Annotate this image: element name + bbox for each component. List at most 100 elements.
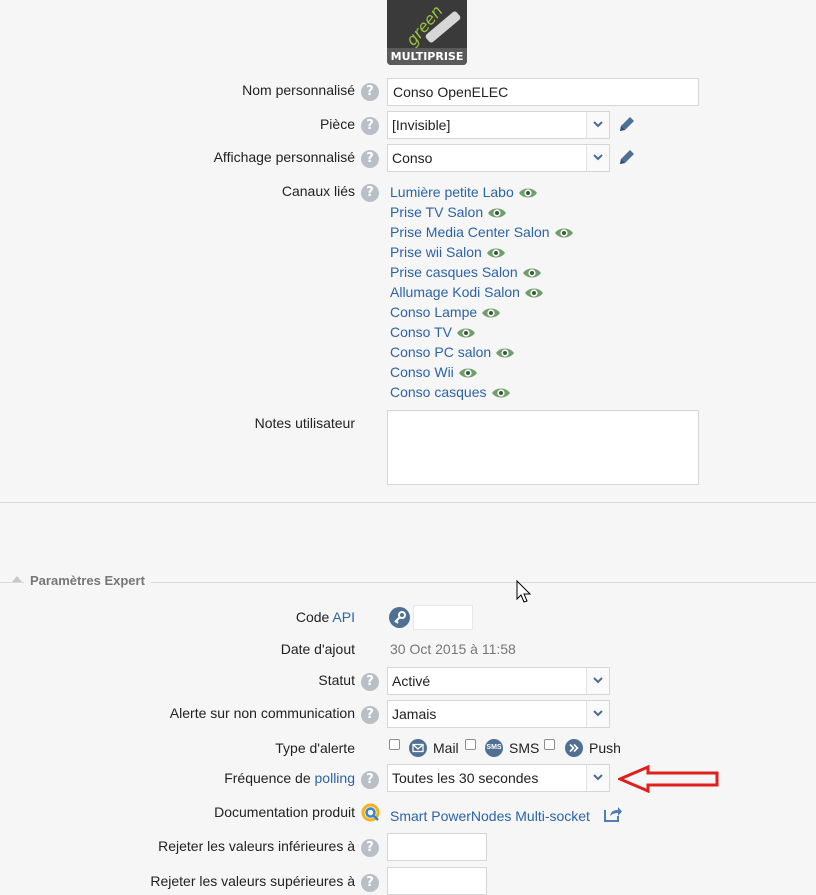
pencil-icon[interactable] bbox=[617, 114, 637, 134]
red-arrow-icon bbox=[618, 764, 719, 794]
reject-high-input[interactable] bbox=[387, 867, 487, 895]
eye-icon[interactable] bbox=[458, 366, 478, 380]
alert-nocomm-select-value: Jamais bbox=[392, 706, 437, 722]
polling-link[interactable]: polling bbox=[315, 770, 355, 786]
chevron-down-icon[interactable] bbox=[586, 765, 609, 791]
sms-checkbox[interactable] bbox=[465, 739, 476, 750]
alert-type-label: Type d'alerte bbox=[275, 740, 355, 756]
help-icon[interactable]: ? bbox=[361, 150, 379, 168]
help-icon[interactable]: ? bbox=[361, 117, 379, 135]
chevron-down-icon[interactable] bbox=[586, 668, 609, 694]
channel-item: Conso Wii bbox=[390, 362, 478, 382]
reject-high-label: Rejeter les valeurs supérieures à bbox=[150, 873, 355, 889]
channel-item: Prise wii Salon bbox=[390, 242, 506, 262]
expert-section-title[interactable]: Paramètres Expert bbox=[24, 573, 151, 588]
display-select-value: Conso bbox=[392, 150, 433, 166]
device-logo: green MULTIPRISE bbox=[387, 0, 467, 65]
eye-icon[interactable] bbox=[518, 186, 538, 200]
eye-icon[interactable] bbox=[486, 246, 506, 260]
eye-icon[interactable] bbox=[524, 286, 544, 300]
channel-link[interactable]: Allumage Kodi Salon bbox=[390, 284, 520, 300]
help-icon[interactable]: ? bbox=[361, 83, 379, 101]
help-icon[interactable]: ? bbox=[361, 673, 379, 691]
alert-nocomm-select[interactable]: Jamais bbox=[387, 700, 610, 728]
divider bbox=[0, 502, 816, 503]
external-link-icon[interactable] bbox=[603, 805, 623, 823]
channel-item: Conso PC salon bbox=[390, 342, 515, 362]
push-option-label[interactable]: Push bbox=[589, 740, 621, 756]
channel-link[interactable]: Conso PC salon bbox=[390, 344, 491, 360]
date-value: 30 Oct 2015 à 11:58 bbox=[390, 641, 516, 657]
polling-select-value: Toutes les 30 secondes bbox=[392, 770, 539, 786]
doc-link[interactable]: Smart PowerNodes Multi-socket bbox=[390, 808, 590, 824]
channel-link[interactable]: Prise casques Salon bbox=[390, 264, 518, 280]
display-label: Affichage personnalisé bbox=[213, 149, 355, 165]
push-checkbox[interactable] bbox=[544, 739, 555, 750]
help-icon[interactable]: ? bbox=[361, 839, 379, 857]
status-select-value: Activé bbox=[392, 673, 431, 689]
eye-icon[interactable] bbox=[554, 226, 574, 240]
channel-link[interactable]: Prise wii Salon bbox=[390, 244, 482, 260]
help-icon[interactable]: ? bbox=[361, 874, 379, 892]
documentation-icon bbox=[361, 803, 380, 822]
api-label: Code API bbox=[296, 609, 355, 625]
reject-low-label: Rejeter les valeurs inférieures à bbox=[158, 838, 355, 854]
channels-label: Canaux liés bbox=[281, 183, 355, 199]
polling-select[interactable]: Toutes les 30 secondes bbox=[387, 764, 610, 792]
polling-label-text: Fréquence de bbox=[224, 770, 311, 786]
channel-item: Conso TV bbox=[390, 322, 476, 342]
chevron-down-icon[interactable] bbox=[586, 112, 609, 138]
display-select[interactable]: Conso bbox=[387, 144, 610, 172]
eye-icon[interactable] bbox=[495, 346, 515, 360]
notes-textarea[interactable] bbox=[387, 410, 699, 485]
logo-label: MULTIPRISE bbox=[387, 48, 467, 65]
channel-item: Conso casques bbox=[390, 382, 511, 402]
channel-link[interactable]: Conso casques bbox=[390, 384, 487, 400]
channel-item: Prise TV Salon bbox=[390, 202, 507, 222]
channel-link[interactable]: Conso Lampe bbox=[390, 304, 477, 320]
room-select-value: [Invisible] bbox=[392, 117, 451, 133]
name-input[interactable]: Conso OpenELEC bbox=[387, 78, 699, 106]
mouse-cursor-icon bbox=[516, 580, 532, 603]
help-icon[interactable]: ? bbox=[361, 184, 379, 202]
sms-icon: SMS bbox=[485, 739, 503, 757]
reject-low-input[interactable] bbox=[387, 833, 487, 861]
collapse-arrow-icon[interactable] bbox=[12, 576, 22, 582]
api-link[interactable]: API bbox=[332, 609, 355, 625]
api-code-field[interactable] bbox=[413, 605, 473, 630]
channel-item: Allumage Kodi Salon bbox=[390, 282, 544, 302]
channel-item: Lumière petite Labo bbox=[390, 182, 538, 202]
channel-link[interactable]: Lumière petite Labo bbox=[390, 184, 514, 200]
name-label: Nom personnalisé bbox=[242, 82, 355, 98]
pencil-icon[interactable] bbox=[617, 147, 637, 167]
api-label-text: Code bbox=[295, 609, 330, 625]
status-label: Statut bbox=[318, 672, 355, 688]
eye-icon[interactable] bbox=[491, 386, 511, 400]
push-icon bbox=[565, 739, 583, 757]
room-select[interactable]: [Invisible] bbox=[387, 111, 610, 139]
eye-icon[interactable] bbox=[481, 306, 501, 320]
alert-nocomm-label: Alerte sur non communication bbox=[169, 705, 355, 721]
channel-item: Prise Media Center Salon bbox=[390, 222, 574, 242]
mail-icon bbox=[409, 739, 427, 757]
help-icon[interactable]: ? bbox=[361, 706, 379, 724]
channel-link[interactable]: Conso TV bbox=[390, 324, 452, 340]
status-select[interactable]: Activé bbox=[387, 667, 610, 695]
mail-checkbox[interactable] bbox=[389, 739, 400, 750]
channel-link[interactable]: Conso Wii bbox=[390, 364, 454, 380]
eye-icon[interactable] bbox=[487, 206, 507, 220]
help-icon[interactable]: ? bbox=[361, 771, 379, 789]
channel-link[interactable]: Prise TV Salon bbox=[390, 204, 483, 220]
channel-link[interactable]: Prise Media Center Salon bbox=[390, 224, 550, 240]
sms-option-label[interactable]: SMS bbox=[509, 740, 539, 756]
eye-icon[interactable] bbox=[522, 266, 542, 280]
room-label: Pièce bbox=[319, 116, 355, 132]
polling-label: Fréquence de polling bbox=[224, 770, 355, 786]
key-icon[interactable] bbox=[389, 607, 410, 628]
chevron-down-icon[interactable] bbox=[586, 701, 609, 727]
channel-item: Prise casques Salon bbox=[390, 262, 542, 282]
mail-option-label[interactable]: Mail bbox=[433, 740, 459, 756]
eye-icon[interactable] bbox=[456, 326, 476, 340]
chevron-down-icon[interactable] bbox=[586, 145, 609, 171]
channel-item: Conso Lampe bbox=[390, 302, 501, 322]
